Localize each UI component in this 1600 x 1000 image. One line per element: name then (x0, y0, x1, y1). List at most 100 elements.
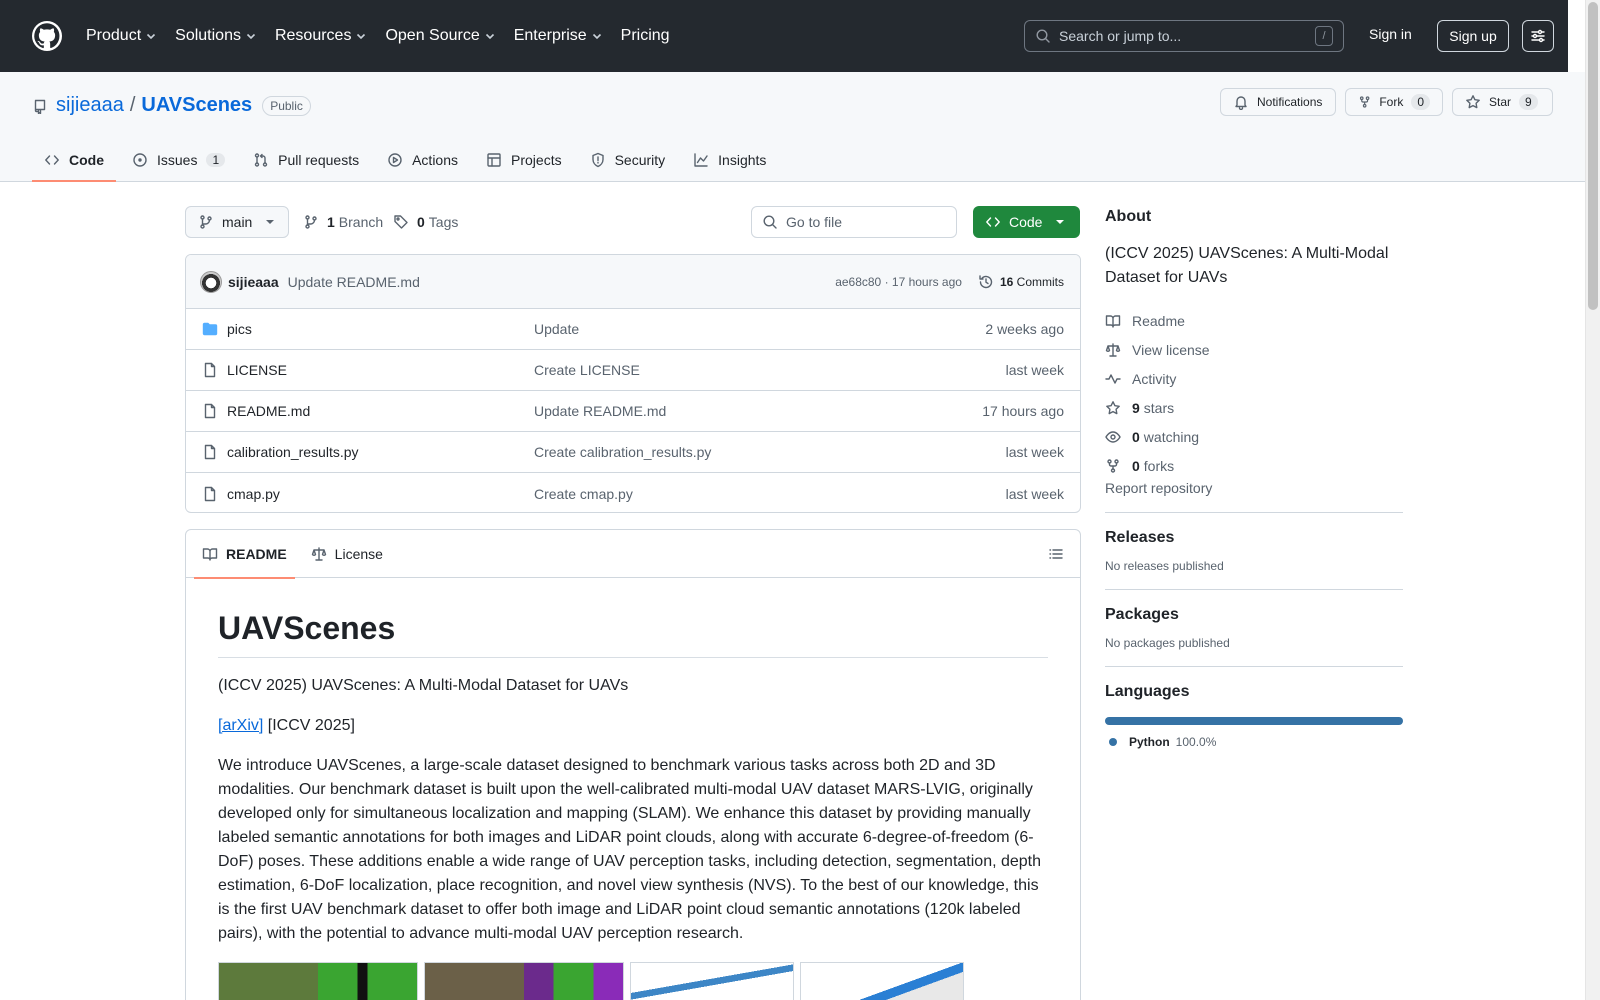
iccv-text: [ICCV 2025] (263, 717, 355, 734)
sliders-menu-button[interactable] (1522, 20, 1554, 52)
forks-link[interactable]: 0 forks (1105, 451, 1403, 480)
file-name-link[interactable]: cmap.py (202, 486, 534, 502)
commits-count: 16 (999, 274, 1014, 289)
file-name-link[interactable]: calibration_results.py (202, 444, 534, 460)
scrollbar-thumb[interactable] (1588, 2, 1598, 310)
star-button[interactable]: Star 9 (1452, 88, 1553, 116)
nav-solutions[interactable]: Solutions (175, 27, 257, 45)
latest-commit-bar: sijieaaa Update README.md ae68c80 · 17 h… (186, 255, 1080, 309)
tab-actions-label: Actions (412, 152, 459, 168)
file-commit-message[interactable]: Update README.md (534, 403, 982, 419)
tab-readme[interactable]: README (194, 530, 295, 579)
tab-code-label: Code (69, 152, 104, 168)
commit-author[interactable]: sijieaaa (228, 274, 279, 290)
fork-icon (1107, 458, 1119, 473)
sign-in-link[interactable]: Sign in (1369, 26, 1412, 42)
packages-heading[interactable]: Packages (1105, 606, 1403, 624)
commits-link[interactable]: 16 Commits (978, 274, 1064, 290)
github-logo-icon[interactable] (32, 21, 62, 51)
file-commit-message[interactable]: Create cmap.py (534, 486, 1006, 502)
eye-icon (1105, 430, 1121, 443)
activity-link[interactable]: Activity (1105, 364, 1403, 393)
nav-pricing[interactable]: Pricing (621, 27, 670, 45)
tab-projects-label: Projects (511, 152, 562, 168)
tab-issues[interactable]: Issues 1 (120, 138, 237, 182)
book-icon (202, 547, 218, 561)
forks-count: 0 (1132, 457, 1140, 474)
global-search-input[interactable]: Search or jump to... / (1024, 20, 1344, 52)
stars-link[interactable]: 9 stars (1105, 393, 1403, 422)
language-item[interactable]: Python 100.0% (1105, 735, 1403, 749)
folder-icon (202, 322, 218, 336)
commit-message[interactable]: Update README.md (288, 274, 420, 290)
file-commit-message[interactable]: Create LICENSE (534, 362, 1006, 378)
file-list: sijieaaa Update README.md ae68c80 · 17 h… (185, 254, 1081, 513)
tab-actions[interactable]: Actions (375, 138, 470, 182)
file-commit-message[interactable]: Create calibration_results.py (534, 444, 1006, 460)
tags-link[interactable]: 0 Tags (393, 214, 458, 230)
branch-select[interactable]: main (185, 206, 289, 238)
forks-label: forks (1143, 457, 1175, 474)
fork-label: Fork (1379, 95, 1404, 109)
nav-open-source[interactable]: Open Source (385, 27, 495, 45)
file-name-link[interactable]: README.md (202, 403, 534, 419)
nav-resources[interactable]: Resources (275, 27, 367, 45)
tab-insights[interactable]: Insights (681, 138, 778, 182)
file-name-link[interactable]: LICENSE (202, 362, 534, 378)
tab-code[interactable]: Code (32, 138, 116, 182)
tab-issues-label: Issues (157, 152, 198, 168)
dataset-image-1[interactable] (218, 962, 418, 1000)
go-to-file-input[interactable]: Go to file (751, 206, 957, 238)
nav-product-label: Product (86, 27, 142, 44)
file-commit-message[interactable]: Update (534, 321, 985, 337)
file-name-link[interactable]: pics (202, 321, 534, 337)
sign-up-button[interactable]: Sign up (1437, 20, 1509, 52)
code-dropdown-button[interactable]: Code (973, 206, 1080, 238)
caret-down-icon (1056, 220, 1065, 224)
fork-button[interactable]: Fork 0 (1345, 88, 1443, 116)
repo-owner-link[interactable]: sijieaaa (56, 94, 124, 117)
issues-count: 1 (206, 153, 226, 167)
notifications-button[interactable]: Notifications (1220, 88, 1336, 116)
tab-projects[interactable]: Projects (474, 138, 574, 182)
commits-label: Commits (1016, 274, 1064, 289)
tab-pull-requests[interactable]: Pull requests (241, 138, 371, 182)
fork-count: 0 (1411, 94, 1430, 110)
arxiv-link[interactable]: [arXiv] (218, 717, 263, 734)
nav-enterprise[interactable]: Enterprise (514, 27, 603, 45)
branches-link[interactable]: 1 Branch (303, 214, 383, 230)
dataset-image-2[interactable] (424, 962, 624, 1000)
outline-list-icon[interactable] (1048, 546, 1064, 562)
star-label: Star (1489, 95, 1512, 109)
avatar[interactable] (200, 270, 222, 293)
packages-text: No packages published (1105, 636, 1230, 650)
search-icon (763, 215, 777, 229)
page-scrollbar[interactable] (1585, 0, 1600, 1000)
file-name: pics (227, 321, 252, 337)
releases-heading[interactable]: Releases (1105, 529, 1403, 547)
report-repository-link[interactable]: Report repository (1105, 480, 1212, 496)
graph-icon (694, 153, 708, 167)
repo-name-link[interactable]: UAVScenes (141, 94, 252, 117)
nav-product[interactable]: Product (86, 27, 157, 45)
branch-label: Branch (338, 214, 384, 230)
watching-link[interactable]: 0 watching (1105, 422, 1403, 451)
readme-links: [arXiv] [ICCV 2025] (218, 714, 1048, 738)
readme-body: UAVScenes (ICCV 2025) UAVScenes: A Multi… (186, 578, 1080, 1000)
dataset-image-4[interactable] (800, 962, 964, 1000)
file-icon (204, 403, 216, 419)
readme-panel: README License UAVScenes (ICCV 2025) UAV… (185, 529, 1081, 1000)
dataset-image-3[interactable] (630, 962, 794, 1000)
commit-hash-time[interactable]: ae68c80 · 17 hours ago (835, 275, 962, 289)
tab-security[interactable]: Security (578, 138, 678, 182)
tab-license[interactable]: License (303, 530, 391, 578)
caret-down-icon (266, 220, 275, 224)
nav-resources-label: Resources (274, 27, 352, 44)
tag-count: 0 (417, 214, 425, 230)
license-link[interactable]: View license (1105, 335, 1403, 364)
code-button-label: Code (1009, 214, 1043, 230)
repo-tabs: Code Issues 1 Pull requests Actions Proj… (32, 138, 782, 182)
repo-header: sijieaaa / UAVScenes Public Notification… (0, 72, 1585, 182)
readme-link[interactable]: Readme (1105, 306, 1403, 335)
star-icon (1106, 400, 1120, 414)
